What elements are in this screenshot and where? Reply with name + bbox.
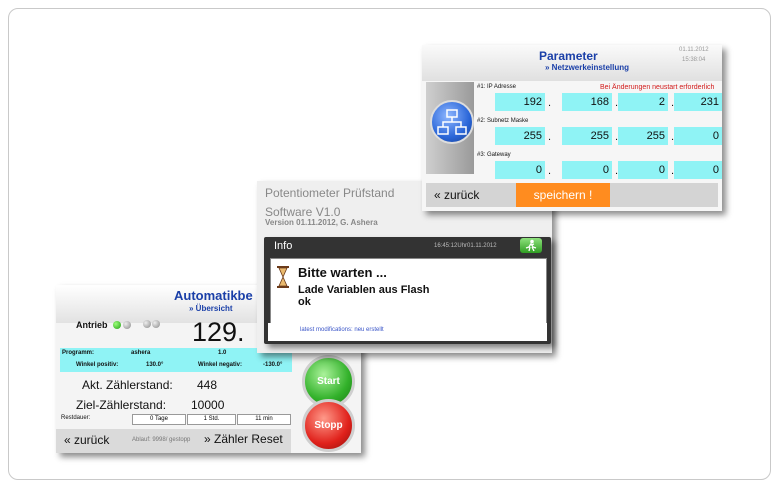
save-button[interactable]: speichern ! [516,183,610,207]
winkel-positiv-label: Winkel positiv: [76,362,119,368]
subnet-octet-2[interactable]: 255 [562,127,612,145]
akt-zaehlerstand-value: 448 [197,378,218,392]
gateway-octet-4[interactable]: 0 [674,161,722,179]
parameter-screen: Parameter » Netzwerkeinstellung 01.11.20… [422,45,722,211]
restart-warning: Bei Änderungen neustart erforderlich [600,84,715,91]
winkel-positiv-value: 130.0° [146,362,164,368]
zaehler-reset-button[interactable]: » Zähler Reset [204,432,283,446]
programm-label: Programm: [62,350,95,356]
dot-separator: . [548,165,552,177]
programm-number: 1.0 [218,350,227,356]
dot-separator: . [548,97,552,109]
software-label: Software V1.0 [265,205,341,219]
screen-subtitle: » Übersicht [189,304,233,313]
info-dialog: Info 16:45:12Uhr01.11.2012 Bitte warten … [264,237,551,344]
message-ok: ok [298,296,311,308]
ablauf-status: Ablauf: 9998/ gestopp [132,437,191,443]
winkel-negativ-value: -130.0° [263,362,283,368]
programm-value: ashera [131,350,151,356]
screen-subtitle: » Netzwerkeinstellung [545,63,630,72]
gateway-octet-3[interactable]: 0 [618,161,668,179]
exit-icon[interactable] [520,238,542,253]
back-button[interactable]: « zurück [434,188,479,202]
back-button[interactable]: « zurück [64,433,109,447]
winkel-negativ-label: Winkel negativ: [198,362,242,368]
restdauer-tage: 0 Tage [132,414,186,425]
version-label: Version 01.11.2012, G. Ashera [265,218,378,227]
subnet-octet-1[interactable]: 255 [495,127,545,145]
led-grey-icon [143,320,151,328]
start-label: Start [317,376,340,387]
dot-separator: . [548,131,552,143]
poti-title: Potentiometer Prüfstand [265,186,395,200]
date-display: 01.11.2012 [679,47,709,53]
gateway-octet-1[interactable]: 0 [495,161,545,179]
time-display: 15:38:04 [682,57,706,63]
big-value: 129. [192,317,245,347]
subnet-octet-3[interactable]: 255 [618,127,668,145]
antrieb-label: Antrieb [76,320,108,330]
ip-octet-4[interactable]: 231 [674,93,722,111]
led-grey-icon [152,320,160,328]
akt-zaehlerstand-label: Akt. Zählerstand: [82,378,173,392]
restdauer-min: 11 min [237,414,291,425]
ip-octet-2[interactable]: 168 [562,93,612,111]
subnet-mask-label: #2: Subnetz Maske [477,118,529,124]
message-wait: Bitte warten ... [298,265,387,280]
stop-button[interactable]: Stopp [302,399,355,452]
modification-note: latest modifications: neu erstellt [300,327,384,333]
screen-title: Parameter [539,49,598,63]
screen-title: Automatikbe [174,288,253,303]
ip-address-label: #1: IP Adresse [477,84,516,90]
restdauer-label: Restdauer: [61,415,91,421]
gateway-octet-2[interactable]: 0 [562,161,612,179]
subnet-octet-4[interactable]: 0 [674,127,722,145]
ziel-zaehlerstand-value: 10000 [191,398,225,412]
led-green-icon [113,321,121,329]
restdauer-std: 1 Std. [187,414,236,425]
gateway-label: #3: Gateway [477,152,511,158]
hourglass-icon [277,266,289,293]
stop-label: Stopp [314,420,343,431]
message-loading: Lade Variablen aus Flash [298,284,430,296]
ip-octet-3[interactable]: 2 [618,93,668,111]
ziel-zaehlerstand-label: Ziel-Zählerstand: [76,398,167,412]
led-grey-icon [123,321,131,329]
dialog-title: Info [274,240,293,252]
network-icon [430,100,474,144]
ip-octet-1[interactable]: 192 [495,93,545,111]
dialog-timestamp: 16:45:12Uhr01.11.2012 [434,243,497,249]
